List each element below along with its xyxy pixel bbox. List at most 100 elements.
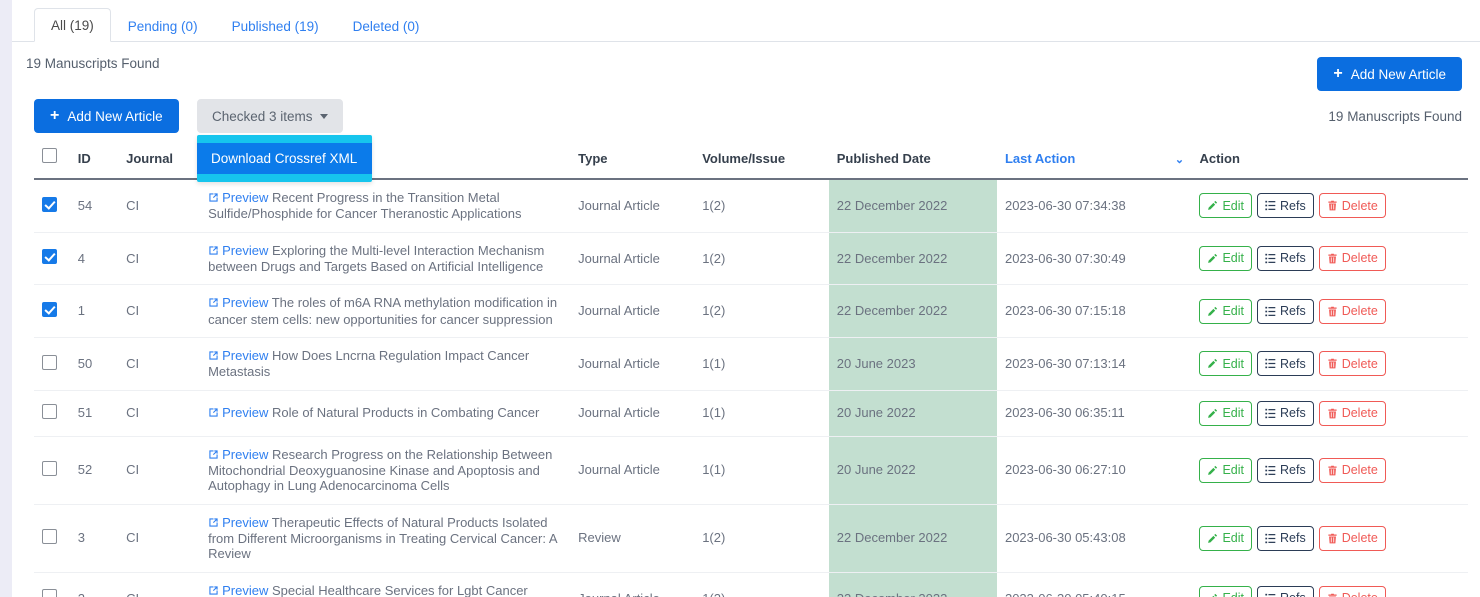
- preview-label: Preview: [222, 348, 268, 363]
- refs-button[interactable]: Refs: [1257, 526, 1314, 551]
- tab-1[interactable]: Pending (0): [111, 9, 215, 43]
- delete-label: Delete: [1342, 531, 1378, 545]
- cell-title: Preview How Does Lncrna Regulation Impac…: [200, 337, 570, 390]
- row-checkbox[interactable]: [42, 529, 57, 544]
- delete-button[interactable]: Delete: [1319, 526, 1386, 551]
- header-journal: Journal: [118, 144, 200, 179]
- cell-title: Preview Special Healthcare Services for …: [200, 572, 570, 597]
- tab-3[interactable]: Deleted (0): [336, 9, 437, 43]
- delete-label: Delete: [1342, 199, 1378, 213]
- cell-select: [34, 179, 70, 232]
- delete-button[interactable]: Delete: [1319, 299, 1386, 324]
- external-link-icon: [208, 584, 219, 597]
- delete-button[interactable]: Delete: [1319, 458, 1386, 483]
- edit-button[interactable]: Edit: [1199, 586, 1252, 597]
- add-new-article-button[interactable]: + Add New Article: [34, 99, 179, 133]
- preview-label: Preview: [222, 515, 268, 530]
- list-icon: [1265, 200, 1276, 211]
- tab-0[interactable]: All (19): [34, 8, 111, 43]
- refs-button[interactable]: Refs: [1257, 193, 1314, 218]
- action-button-group: EditRefsDelete: [1199, 401, 1460, 426]
- trash-icon: [1327, 358, 1338, 369]
- delete-button[interactable]: Delete: [1319, 246, 1386, 271]
- cell-id: 3: [70, 504, 118, 572]
- cell-id: 50: [70, 337, 118, 390]
- cell-journal: CI: [118, 504, 200, 572]
- cell-volume-issue: 1(2): [694, 232, 829, 285]
- trash-icon: [1327, 593, 1338, 597]
- external-link-icon: [208, 191, 219, 206]
- sidebar-strip: [0, 0, 12, 597]
- cell-type: Journal Article: [570, 572, 694, 597]
- preview-label: Preview: [222, 243, 268, 258]
- last-action-sort-link[interactable]: Last Action: [1005, 151, 1075, 166]
- preview-link[interactable]: Preview: [208, 447, 268, 462]
- action-button-group: Edit Refs Delete: [1199, 586, 1460, 597]
- cell-actions: Edit Refs Delete: [1191, 504, 1468, 572]
- delete-button[interactable]: Delete: [1319, 401, 1386, 426]
- refs-button[interactable]: Refs: [1257, 299, 1314, 324]
- edit-label: Edit: [1222, 199, 1244, 213]
- row-checkbox[interactable]: [42, 404, 57, 419]
- edit-button[interactable]: Edit: [1199, 401, 1252, 426]
- cell-published-date: 20 June 2023: [829, 337, 997, 390]
- cell-journal: CI: [118, 390, 200, 436]
- table-row: 54CIPreview Recent Progress in the Trans…: [34, 179, 1468, 232]
- refs-button[interactable]: Refs: [1257, 401, 1314, 426]
- refs-button[interactable]: Refs: [1257, 586, 1314, 597]
- list-icon: [1265, 358, 1276, 369]
- table-row: 50CIPreview How Does Lncrna Regulation I…: [34, 337, 1468, 390]
- pencil-icon: [1207, 465, 1218, 476]
- edit-button[interactable]: Edit: [1199, 351, 1252, 376]
- edit-button[interactable]: Edit: [1199, 526, 1252, 551]
- row-checkbox[interactable]: [42, 302, 57, 317]
- trash-icon: [1327, 306, 1338, 317]
- preview-link[interactable]: Preview: [208, 243, 268, 258]
- refs-label: Refs: [1280, 304, 1306, 318]
- add-new-article-button-top[interactable]: + Add New Article: [1317, 57, 1462, 91]
- chevron-down-icon[interactable]: ⌄: [1175, 153, 1184, 166]
- cell-id: 4: [70, 232, 118, 285]
- tab-2[interactable]: Published (19): [215, 9, 336, 43]
- refs-button[interactable]: Refs: [1257, 351, 1314, 376]
- external-link-icon: [208, 516, 219, 531]
- preview-link[interactable]: Preview: [208, 295, 268, 310]
- checked-items-dropdown-toggle[interactable]: Checked 3 items: [197, 99, 343, 133]
- header-last-action[interactable]: Last Action ⌄: [997, 144, 1191, 179]
- preview-link[interactable]: Preview: [208, 405, 268, 420]
- cell-select: [34, 285, 70, 338]
- preview-link[interactable]: Preview: [208, 583, 268, 597]
- cell-actions: EditRefsDelete: [1191, 436, 1468, 504]
- dropdown-item-download-crossref-xml[interactable]: Download Crossref XML: [197, 143, 372, 174]
- trash-icon: [1327, 465, 1338, 476]
- edit-button[interactable]: Edit: [1199, 458, 1252, 483]
- page-root: All (19)Pending (0)Published (19)Deleted…: [0, 0, 1480, 597]
- row-checkbox[interactable]: [42, 355, 57, 370]
- delete-button[interactable]: Delete: [1319, 586, 1386, 597]
- pencil-icon: [1207, 408, 1218, 419]
- cell-journal: CI: [118, 179, 200, 232]
- delete-button[interactable]: Delete: [1319, 351, 1386, 376]
- row-checkbox[interactable]: [42, 589, 57, 597]
- cell-last-action: 2023-06-30 07:30:49: [997, 232, 1191, 285]
- cell-title: Preview Therapeutic Effects of Natural P…: [200, 504, 570, 572]
- cell-id: 54: [70, 179, 118, 232]
- select-all-checkbox[interactable]: [42, 148, 57, 163]
- delete-button[interactable]: Delete: [1319, 193, 1386, 218]
- preview-link[interactable]: Preview: [208, 515, 268, 530]
- preview-link[interactable]: Preview: [208, 190, 268, 205]
- edit-label: Edit: [1222, 357, 1244, 371]
- edit-button[interactable]: Edit: [1199, 246, 1252, 271]
- refs-button[interactable]: Refs: [1257, 458, 1314, 483]
- edit-button[interactable]: Edit: [1199, 193, 1252, 218]
- row-checkbox[interactable]: [42, 197, 57, 212]
- external-link-icon: [208, 296, 219, 311]
- edit-button[interactable]: Edit: [1199, 299, 1252, 324]
- row-checkbox[interactable]: [42, 461, 57, 476]
- edit-label: Edit: [1222, 531, 1244, 545]
- row-checkbox[interactable]: [42, 249, 57, 264]
- refs-button[interactable]: Refs: [1257, 246, 1314, 271]
- list-icon: [1265, 408, 1276, 419]
- preview-link[interactable]: Preview: [208, 348, 268, 363]
- cell-journal: CI: [118, 436, 200, 504]
